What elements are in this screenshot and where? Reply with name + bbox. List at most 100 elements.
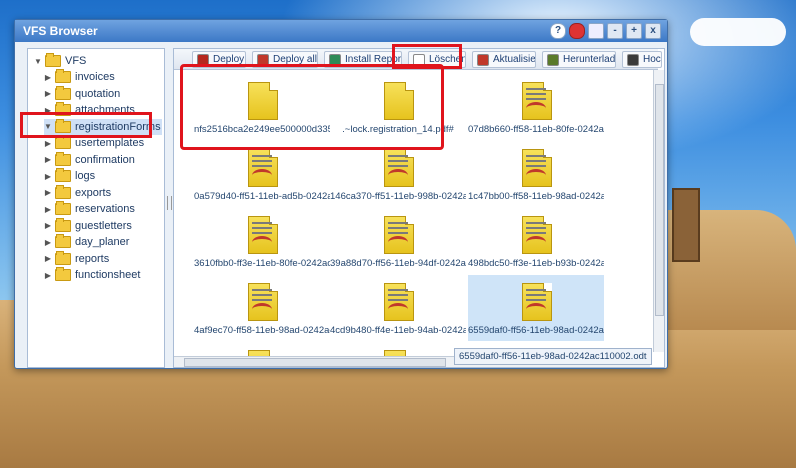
tree-item-label: quotation	[75, 87, 121, 100]
file-item[interactable]: 146ca370-ff51-11eb-998b-0242ac	[330, 141, 466, 207]
expand-arrow-icon[interactable]: ▶	[44, 271, 52, 280]
file-name: 07d8b660-ff58-11eb-80fe-0242ac	[468, 124, 604, 135]
maximize-button[interactable]: +	[626, 23, 642, 39]
download-button[interactable]: Herunterladen	[542, 51, 616, 68]
horizontal-scroll-thumb[interactable]	[184, 358, 446, 367]
document-lines-icon	[526, 88, 546, 103]
file-item-partial[interactable]	[194, 342, 330, 356]
tree-item-confirmation[interactable]: ▶ confirmation	[44, 151, 162, 168]
tree-root-label: VFS	[65, 55, 87, 67]
vertical-scrollbar[interactable]	[653, 70, 664, 352]
folder-icon	[55, 69, 71, 83]
tree-item-day_planer[interactable]: ▶ day_planer	[44, 234, 162, 250]
file-grid: nfs2516bca2e249ee500000d335 .~lock.regist…	[174, 70, 650, 360]
close-button[interactable]: x	[645, 23, 661, 39]
toolbar-button-label: Aktualisieren	[493, 54, 536, 65]
window-controls: ? - + x	[550, 23, 661, 39]
hoc-button[interactable]: Hoc	[622, 51, 662, 68]
expand-arrow-icon[interactable]: ▶	[44, 254, 52, 263]
tree-item-label: reports	[75, 252, 110, 265]
file-item[interactable]: 0a579d40-ff51-11eb-ad5b-0242ac	[194, 141, 330, 207]
deploy-all-icon	[257, 53, 269, 66]
window-titlebar[interactable]: VFS Browser ? - + x	[15, 20, 667, 42]
expand-arrow-icon[interactable]: ▶	[44, 188, 52, 197]
tree-item-usertemplates[interactable]: ▶ usertemplates	[44, 135, 162, 151]
document-lines-icon	[526, 289, 546, 304]
expand-arrow-icon[interactable]: ▶	[44, 89, 52, 98]
file-item[interactable]: 498bdc50-ff3e-11eb-b93b-0242ac	[468, 208, 604, 274]
cloud	[690, 18, 786, 46]
file-item[interactable]: .~lock.registration_14.pdf#	[330, 74, 466, 140]
folder-icon	[55, 151, 71, 166]
expand-arrow-icon[interactable]: ▶	[44, 106, 52, 115]
filename-tooltip: 6559daf0-ff56-11eb-98ad-0242ac110002.odt	[454, 348, 652, 365]
deploy-all-button[interactable]: Deploy all...	[252, 51, 318, 68]
tree-item-reservations[interactable]: ▶ reservations	[44, 201, 162, 217]
document-lines-icon	[388, 222, 408, 237]
folder-icon	[55, 217, 71, 232]
panel-splitter-handle[interactable]	[167, 196, 172, 210]
file-item-partial[interactable]	[330, 342, 466, 356]
expand-arrow-icon[interactable]: ▶	[44, 238, 52, 247]
bug-icon[interactable]	[569, 23, 585, 39]
vfs-browser-window: VFS Browser ? - + x ▼ VFS ▶ invoices ▶ quotat…	[14, 19, 668, 369]
help-button[interactable]: ?	[550, 23, 566, 39]
swoosh-icon	[526, 303, 546, 316]
expand-arrow-icon[interactable]: ▼	[34, 57, 42, 66]
deploy-icon	[197, 53, 209, 66]
tree-item-invoices[interactable]: ▶ invoices	[44, 69, 162, 85]
tree-item-label: invoices	[75, 71, 115, 83]
deploy-button[interactable]: Deploy	[192, 51, 246, 68]
wrench-icon[interactable]	[588, 23, 604, 39]
toolbar-button-label: Deploy	[213, 54, 245, 65]
file-name: 4af9ec70-ff58-11eb-98ad-0242ac	[194, 325, 330, 336]
file-name: 4cd9b480-ff4e-11eb-94ab-0242ac	[330, 325, 466, 336]
folder-icon	[55, 118, 71, 133]
tree-item-reports[interactable]: ▶ reports	[44, 250, 162, 267]
expand-arrow-icon[interactable]: ▶	[44, 221, 52, 230]
tree-item-attachments[interactable]: ▶ attachments	[44, 102, 162, 118]
tree-item-quotation[interactable]: ▶ quotation	[44, 85, 162, 102]
generic-file-icon	[248, 82, 278, 120]
tree-item-logs[interactable]: ▶ logs	[44, 168, 162, 184]
folder-tree: ▼ VFS ▶ invoices ▶ quotation ▶ attachments ▼ regi…	[27, 48, 165, 368]
file-item[interactable]: 07d8b660-ff58-11eb-80fe-0242ac	[468, 74, 604, 140]
file-name: 0a579d40-ff51-11eb-ad5b-0242ac	[194, 191, 330, 202]
expand-arrow-icon[interactable]: ▶	[44, 73, 52, 82]
file-item[interactable]: 1c47bb00-ff58-11eb-98ad-0242ac	[468, 141, 604, 207]
file-item[interactable]: 4cd9b480-ff4e-11eb-94ab-0242ac	[330, 275, 466, 341]
delete-icon	[413, 53, 425, 66]
expand-arrow-icon[interactable]: ▶	[44, 172, 52, 181]
expand-arrow-icon[interactable]: ▶	[44, 205, 52, 214]
file-item[interactable]: nfs2516bca2e249ee500000d335	[194, 74, 330, 140]
install-report-button[interactable]: Install Report...	[324, 51, 402, 68]
file-item[interactable]: 6559daf0-ff56-11eb-98ad-0242ac	[468, 275, 604, 341]
delete-button[interactable]: Löschen	[408, 51, 466, 68]
document-lines-icon	[252, 222, 272, 237]
refresh-button[interactable]: Aktualisieren	[472, 51, 536, 68]
document-lines-icon	[526, 222, 546, 237]
vertical-scroll-thumb[interactable]	[655, 84, 664, 316]
toolbar-button-label: Löschen	[429, 54, 466, 65]
swoosh-icon	[526, 169, 546, 182]
file-panel: Deploy Deploy all... Install Report... Lösc…	[173, 48, 665, 368]
minimize-button[interactable]: -	[607, 23, 623, 39]
swoosh-icon	[252, 236, 272, 249]
expand-arrow-icon[interactable]: ▼	[44, 122, 52, 131]
file-item[interactable]: 39a88d70-ff56-11eb-94df-0242ac	[330, 208, 466, 274]
tree-item-registrationforms[interactable]: ▼ registrationForms	[44, 118, 162, 135]
expand-arrow-icon[interactable]: ▶	[44, 139, 52, 148]
tree-item-exports[interactable]: ▶ exports	[44, 184, 162, 201]
tree-item-functionsheet[interactable]: ▶ functionsheet	[44, 267, 162, 283]
tree-item-label: registrationForms	[75, 120, 161, 133]
file-name: 146ca370-ff51-11eb-998b-0242ac	[330, 191, 466, 202]
file-item[interactable]: 3610fbb0-ff3e-11eb-80fe-0242ac1	[194, 208, 330, 274]
expand-arrow-icon[interactable]: ▶	[44, 155, 52, 164]
tree-root-vfs[interactable]: ▼ VFS	[34, 53, 86, 69]
document-lines-icon	[388, 155, 408, 170]
tree-item-guestletters[interactable]: ▶ guestletters	[44, 217, 162, 234]
hoc-icon	[627, 53, 639, 66]
folder-icon	[55, 201, 71, 215]
file-item[interactable]: 4af9ec70-ff58-11eb-98ad-0242ac	[194, 275, 330, 341]
folder-icon	[55, 234, 71, 248]
